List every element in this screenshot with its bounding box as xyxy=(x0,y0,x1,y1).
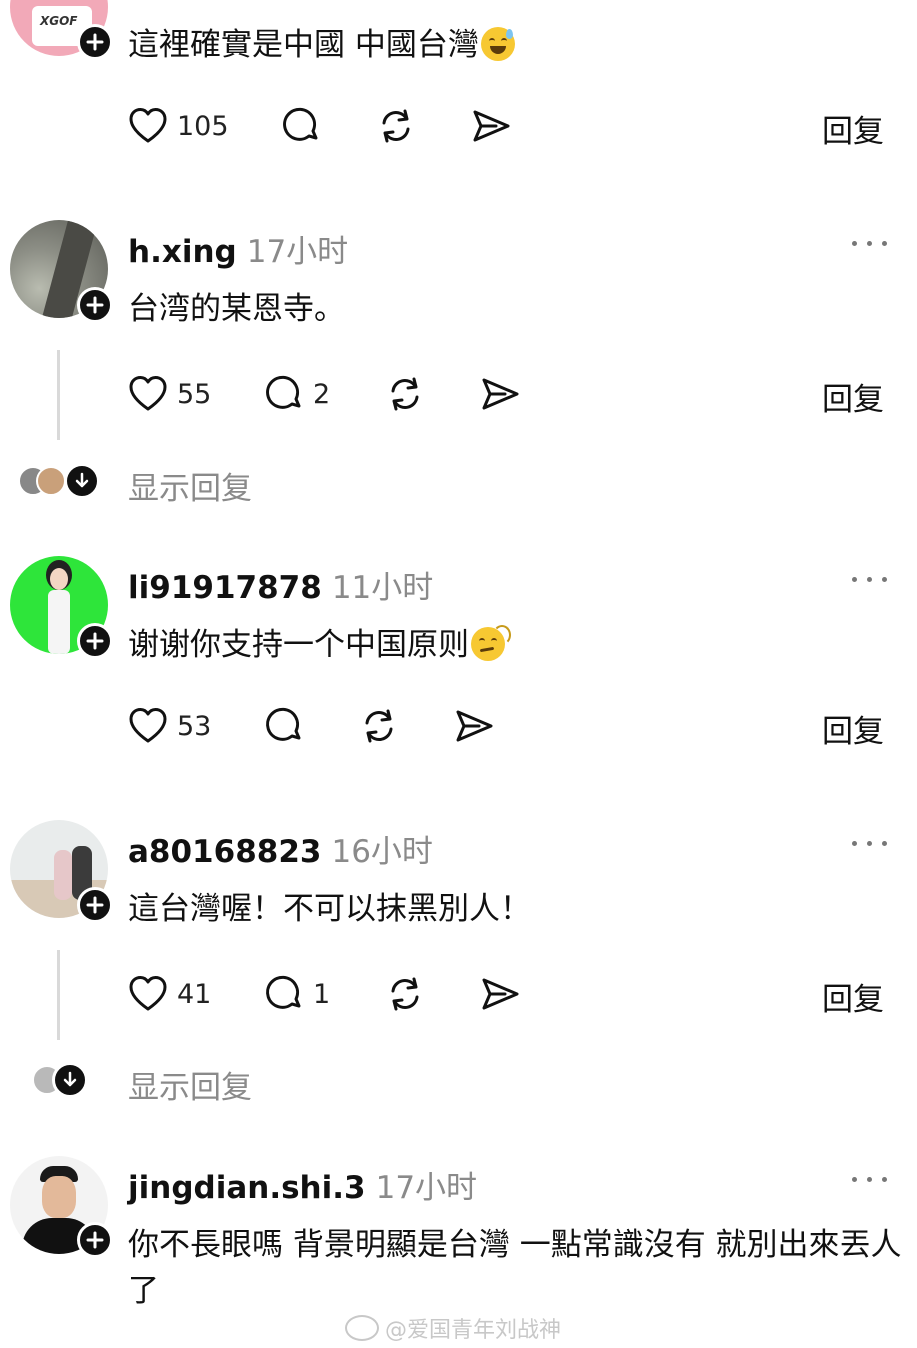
timestamp: 16小时 xyxy=(331,834,433,870)
reply-button[interactable]: 回复 xyxy=(822,106,884,151)
grin-sweat-emoji xyxy=(480,27,515,61)
comment-text: 你不長眼嗎 背景明顯是台灣 一點常識沒有 就別出來丟人了 xyxy=(128,1227,902,1309)
thread-line xyxy=(57,950,60,1040)
comment-icon xyxy=(266,375,301,409)
share-button[interactable] xyxy=(479,973,521,1015)
chevron-down-icon xyxy=(75,472,89,488)
like-button[interactable]: 55 xyxy=(127,373,211,415)
plus-icon xyxy=(86,896,104,914)
comment-button[interactable] xyxy=(263,705,305,747)
share-button[interactable] xyxy=(470,105,512,147)
like-count: 105 xyxy=(177,110,229,142)
reply-count: 1 xyxy=(313,978,331,1010)
like-count: 41 xyxy=(177,978,212,1010)
comment-text: 這裡確實是中國 中國台灣 xyxy=(128,22,515,68)
repost-icon xyxy=(391,377,419,411)
repost-icon xyxy=(391,977,419,1011)
reply-button[interactable]: 回复 xyxy=(822,974,884,1019)
plus-icon xyxy=(86,33,104,51)
comment-icon xyxy=(283,107,318,141)
more-icon[interactable] xyxy=(852,574,888,586)
show-replies-toggle[interactable] xyxy=(64,463,100,499)
avatar-badge-text: XGOF xyxy=(40,14,78,28)
repost-icon xyxy=(382,109,410,143)
follow-button[interactable] xyxy=(77,887,113,923)
timestamp: 11小时 xyxy=(331,570,434,606)
username[interactable]: jingdian.shi.3 17小时 xyxy=(128,1162,477,1207)
username[interactable]: h.xing 17小时 xyxy=(128,226,348,271)
heart-icon xyxy=(129,976,167,1011)
timestamp: 17小时 xyxy=(246,234,349,270)
salute-emoji xyxy=(471,625,511,661)
comment-button[interactable]: 2 xyxy=(263,373,330,415)
chevron-down-icon xyxy=(63,1071,77,1087)
like-button[interactable]: 53 xyxy=(127,705,211,747)
comment-text: 台湾的某恩寺。 xyxy=(128,291,345,327)
like-count: 55 xyxy=(177,378,212,410)
plus-icon xyxy=(86,296,104,314)
repost-button[interactable] xyxy=(358,705,400,747)
share-icon xyxy=(456,710,493,742)
thread-line xyxy=(57,350,60,440)
share-button[interactable] xyxy=(479,373,521,415)
more-icon[interactable] xyxy=(852,238,888,250)
comment-text: 谢谢你支持一个中国原则 xyxy=(128,622,511,668)
heart-icon xyxy=(129,708,167,743)
plus-icon xyxy=(86,1231,104,1249)
reply-button[interactable]: 回复 xyxy=(822,374,884,419)
plus-icon xyxy=(86,632,104,650)
username[interactable]: li91917878 11小时 xyxy=(128,562,433,607)
show-replies-toggle[interactable] xyxy=(52,1062,88,1098)
reply-count: 2 xyxy=(313,378,331,410)
more-icon[interactable] xyxy=(852,1174,888,1186)
show-replies-link[interactable]: 显示回复 xyxy=(128,1062,252,1107)
comment-icon xyxy=(266,975,301,1009)
comment-text: 這台灣喔！不可以抹黑別人！ xyxy=(128,891,531,927)
reply-avatar xyxy=(36,466,66,496)
weibo-logo-icon xyxy=(345,1315,379,1341)
comment-button[interactable] xyxy=(280,105,322,147)
watermark-text: @爱国青年刘战神 xyxy=(385,1318,562,1343)
more-icon[interactable] xyxy=(852,838,888,850)
timestamp: 17小时 xyxy=(375,1170,478,1206)
watermark: @爱国青年刘战神 xyxy=(345,1312,561,1344)
comment-icon xyxy=(266,707,301,741)
like-button[interactable]: 41 xyxy=(127,973,211,1015)
reply-button[interactable]: 回复 xyxy=(822,706,884,751)
share-icon xyxy=(473,110,510,142)
follow-button[interactable] xyxy=(77,24,113,60)
repost-button[interactable] xyxy=(375,105,417,147)
repost-button[interactable] xyxy=(384,373,426,415)
comment-button[interactable]: 1 xyxy=(263,973,330,1015)
like-count: 53 xyxy=(177,710,212,742)
repost-button[interactable] xyxy=(384,973,426,1015)
like-button[interactable]: 105 xyxy=(127,105,229,147)
repost-icon xyxy=(365,709,393,743)
share-button[interactable] xyxy=(453,705,495,747)
follow-button[interactable] xyxy=(77,287,113,323)
username[interactable]: a80168823 16小时 xyxy=(128,826,433,871)
follow-button[interactable] xyxy=(77,1222,113,1258)
heart-icon xyxy=(129,108,167,143)
share-icon xyxy=(482,978,519,1010)
share-icon xyxy=(482,378,519,410)
show-replies-link[interactable]: 显示回复 xyxy=(128,463,252,508)
heart-icon xyxy=(129,376,167,411)
follow-button[interactable] xyxy=(77,623,113,659)
